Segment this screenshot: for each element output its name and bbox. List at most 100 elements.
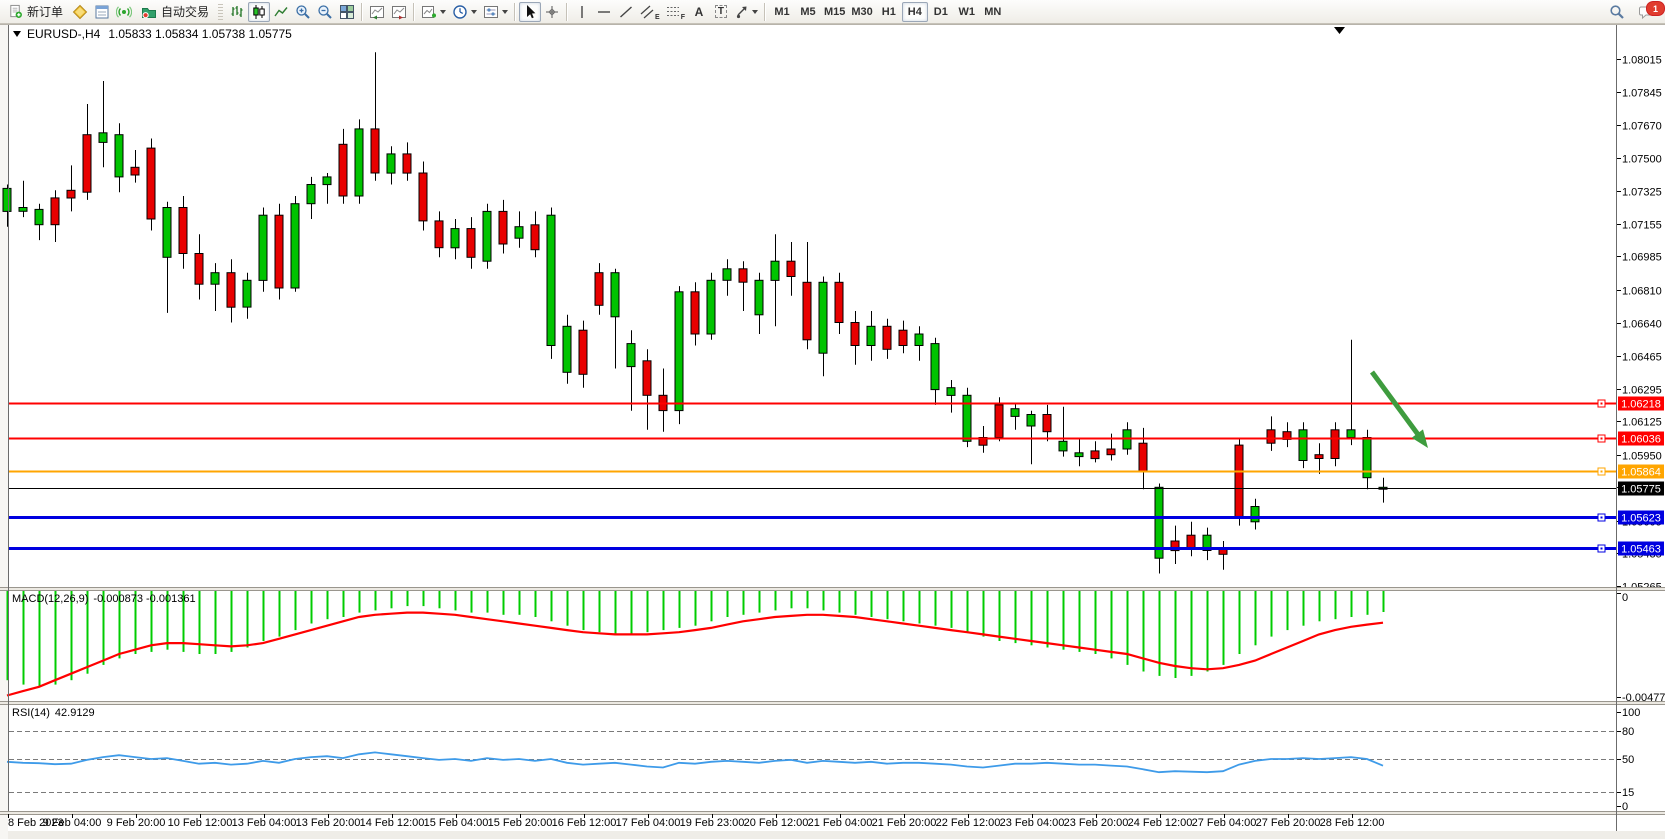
timeframe-w1-button[interactable]: W1 [954, 2, 980, 22]
timeframe-m1-button[interactable]: M1 [769, 2, 795, 22]
chart-title-row: EURUSD-,H4 1.05833 1.05834 1.05738 1.057… [13, 27, 292, 41]
horizontal-line-button[interactable] [593, 2, 615, 22]
timeframe-m5-button[interactable]: M5 [795, 2, 821, 22]
timeframe-h4-button[interactable]: H4 [902, 2, 928, 22]
signals-button[interactable] [113, 2, 135, 22]
candle [291, 196, 299, 292]
indicator-window-remove-button[interactable] [388, 2, 410, 22]
rsi-axis-label: 100 [1622, 707, 1640, 719]
toolbar-handle[interactable] [218, 4, 223, 20]
macd-indicator-label: MACD(12,26,9) [12, 593, 88, 605]
line-anchor-dot [1601, 471, 1603, 473]
macd-label-row: MACD(12,26,9) -0.000873 -0.001361 [12, 593, 196, 605]
dropdown-caret-icon [752, 10, 758, 14]
indicator-window-remove-icon [391, 4, 407, 20]
toolbar-separator [566, 3, 568, 21]
timeframe-h1-button[interactable]: H1 [876, 2, 902, 22]
tile-windows-button[interactable] [336, 2, 358, 22]
equidistant-channel-button[interactable]: E [637, 2, 663, 22]
symbol-dropdown-icon[interactable] [13, 31, 21, 37]
time-tick-label: 27 Feb 04:00 [1192, 817, 1257, 829]
macd-axis-label: 0 [1622, 592, 1628, 604]
candle [1235, 438, 1243, 526]
arrows-icon [735, 4, 749, 20]
chart-symbol-title: EURUSD-,H4 [27, 27, 100, 41]
zoom-in-button[interactable] [292, 2, 314, 22]
text-label-button[interactable]: T [710, 2, 732, 22]
tile-windows-icon [339, 4, 355, 20]
horizontal-line-icon [596, 4, 612, 20]
window-group [366, 0, 410, 24]
zoom-out-button[interactable] [314, 2, 336, 22]
time-tick-label: 21 Feb 20:00 [872, 817, 937, 829]
time-tick-label: 27 Feb 20:00 [1256, 817, 1321, 829]
timeframe-label: W1 [959, 6, 976, 18]
vertical-line-button[interactable] [571, 2, 593, 22]
time-tick-label: 9 Feb 04:00 [43, 817, 102, 829]
arrows-button[interactable] [732, 2, 761, 22]
timeframe-m15-button[interactable]: M15 [821, 2, 848, 22]
candle [707, 273, 715, 340]
trade-group: 新订单 自动交易 [2, 0, 215, 24]
cursor-button[interactable] [519, 2, 541, 22]
candle [547, 208, 555, 359]
time-tick-label: 21 Feb 04:00 [808, 817, 873, 829]
line-chart-button[interactable] [270, 2, 292, 22]
candle [259, 208, 267, 292]
chart-canvas[interactable]: 1.080151.078451.076701.075001.073251.071… [0, 0, 1665, 839]
timeframe-m30-button[interactable]: M30 [848, 2, 875, 22]
rsi-indicator-label: RSI(14) [12, 707, 50, 719]
time-tick-label: 28 Feb 12:00 [1320, 817, 1385, 829]
price-tick-label: 1.07670 [1622, 121, 1662, 133]
price-tick-label: 1.07500 [1622, 154, 1662, 166]
time-tick-label: 19 Feb 23:00 [680, 817, 745, 829]
text-button[interactable]: A [688, 2, 710, 22]
time-tick-label: 13 Feb 04:00 [232, 817, 297, 829]
notifications-button[interactable]: 1 [1636, 2, 1659, 22]
toolbar-separator [764, 3, 766, 21]
line-anchor-dot [1601, 403, 1603, 405]
fibonacci-button[interactable]: F [663, 2, 688, 22]
data-window-button[interactable] [91, 2, 113, 22]
price-tick-label: 1.06640 [1622, 319, 1662, 331]
timeframe-label: M15 [824, 6, 845, 18]
autotrading-button[interactable]: 自动交易 [135, 2, 215, 22]
candle-chart-button[interactable] [248, 2, 270, 22]
chart-ohlc-quotes: 1.05833 1.05834 1.05738 1.05775 [108, 27, 292, 41]
market-watch-button[interactable] [69, 2, 91, 22]
periods-button[interactable] [449, 2, 480, 22]
timeframe-d1-button[interactable]: D1 [928, 2, 954, 22]
candle-chart-icon [251, 4, 267, 20]
dropdown-caret-icon [502, 10, 508, 14]
crosshair-button[interactable] [541, 2, 563, 22]
templates-icon [483, 4, 499, 20]
indicators-list-button[interactable] [418, 2, 449, 22]
clock-icon [452, 4, 468, 20]
timeframe-group: M1 M5 M15 M30 H1 H4 D1 W1 MN [769, 0, 1006, 24]
line-anchor-dot [1601, 438, 1603, 440]
time-tick-label: 15 Feb 04:00 [424, 817, 489, 829]
data-window-icon [94, 4, 110, 20]
time-tick-label: 9 Feb 20:00 [107, 817, 166, 829]
bar-chart-button[interactable] [226, 2, 248, 22]
toolbar-separator [361, 3, 363, 21]
trendline-button[interactable] [615, 2, 637, 22]
time-tick-label: 13 Feb 20:00 [296, 817, 361, 829]
price-badge-label: 1.06036 [1621, 434, 1661, 446]
templates-button[interactable] [480, 2, 511, 22]
channel-glyph: E [655, 14, 660, 21]
price-tick-label: 1.06465 [1622, 352, 1662, 364]
search-button[interactable] [1606, 2, 1628, 22]
candle [355, 119, 363, 203]
label-tool-glyph: T [715, 5, 727, 18]
macd-indicator-values: -0.000873 -0.001361 [93, 593, 195, 605]
price-badge-label: 1.05775 [1621, 484, 1661, 496]
rsi-axis-label: 15 [1622, 787, 1634, 799]
time-tick-label: 23 Feb 20:00 [1064, 817, 1129, 829]
indicator-window-add-button[interactable] [366, 2, 388, 22]
timeframe-mn-button[interactable]: MN [980, 2, 1006, 22]
line-chart-icon [273, 4, 289, 20]
new-order-button[interactable]: 新订单 [2, 2, 69, 22]
chart-tools-group [418, 0, 511, 24]
fibo-glyph: F [681, 14, 685, 21]
